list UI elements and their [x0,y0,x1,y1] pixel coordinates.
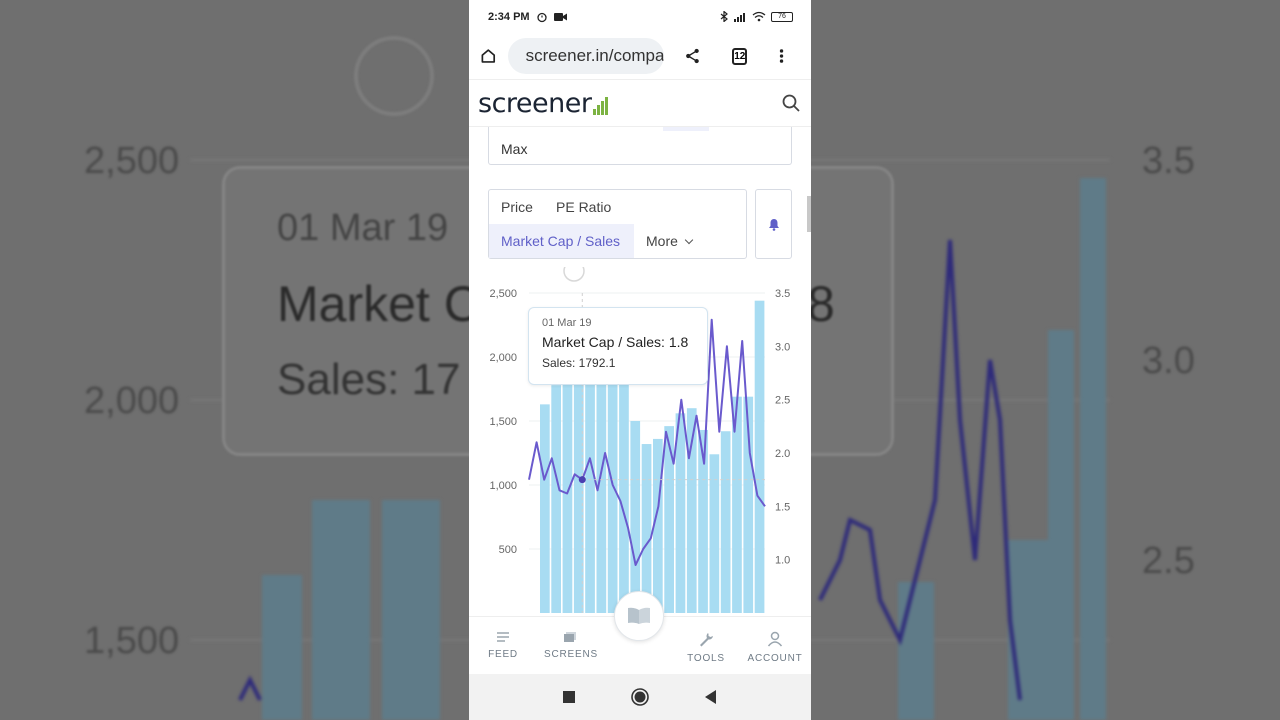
metric-price-button[interactable]: Price [489,190,545,224]
bg-left-tick: 1,500 [84,620,180,662]
bg-tooltip-date: 01 Mar 19 [277,207,449,249]
sales-bar [540,404,550,613]
highlighted-point [578,476,586,484]
chart-tooltip: 01 Mar 19 Market Cap / Sales: 1.8 Sales:… [528,307,708,385]
y-right-tick-label: 3.0 [775,341,790,353]
search-icon[interactable] [781,93,801,113]
bg-right-tick: 3.0 [1142,340,1195,382]
sales-bar [630,421,641,613]
recents-icon[interactable] [563,691,575,703]
tooltip-sales: Sales: 1792.1 [542,356,616,370]
y-right-tick-label: 1.0 [775,555,790,567]
tab-switcher-button[interactable]: 12 [732,47,748,65]
more-vert-icon[interactable] [779,47,784,65]
signal-icon [734,12,745,22]
alarm-icon [536,12,547,22]
open-book-icon [628,607,650,624]
nav-screens[interactable]: SCREENS [544,631,598,660]
phone-screen: 2:34 PM 76 screener.in/company 12 screen… [469,0,811,720]
screener-logo[interactable]: screener [478,87,609,119]
scrollbar-thumb[interactable] [807,196,811,232]
sales-bar [664,426,674,613]
site-header: screener [469,79,811,127]
more-metrics-dropdown[interactable]: More [634,224,704,258]
account-icon [767,631,783,647]
y-left-tick-label: 1,000 [489,480,517,492]
bg-right-tick: 2.5 [1142,540,1195,582]
more-label: More [646,233,678,249]
period-value: Max [501,141,528,157]
url-text: screener.in/company [525,46,664,65]
home-icon[interactable] [479,45,498,67]
sales-bar [607,380,618,613]
sales-bar [619,382,629,613]
nav-feed-label: FEED [488,649,518,660]
sales-bar [585,382,595,613]
bg-tooltip-sales: Sales: 17 [277,355,461,404]
sales-bar [562,383,573,613]
home-circle-icon[interactable] [631,688,649,706]
nav-account-label: ACCOUNT [747,653,803,664]
video-record-icon [553,12,567,21]
back-icon[interactable] [705,690,717,704]
status-bar: 2:34 PM 76 [469,0,811,33]
sales-bar [641,444,652,613]
screens-icon [564,632,576,642]
nav-tools-label: TOOLS [687,653,725,664]
bg-right-tick: 3.5 [1142,140,1195,182]
system-navigation-bar [469,674,811,720]
y-left-tick-label: 2,000 [489,352,517,364]
logo-text: screener [478,87,592,119]
browser-toolbar: screener.in/company 12 [469,33,811,79]
bg-left-tick: 2,500 [84,140,180,182]
y-left-tick-label: 500 [499,544,517,556]
y-right-tick-label: 3.5 [775,288,790,300]
wifi-icon [752,11,766,22]
metric-market-cap-sales-button[interactable]: Market Cap / Sales [489,224,634,258]
sales-bar [709,454,720,613]
feed-icon [497,632,509,642]
bluetooth-icon [720,11,728,22]
y-right-tick-label: 1.5 [775,501,790,513]
url-bar[interactable]: screener.in/company [507,38,664,74]
y-left-tick-label: 1,500 [489,416,517,428]
metric-pe-ratio-button[interactable]: PE Ratio [544,190,623,224]
sales-bar [596,378,607,613]
metric-toggle-group: Price PE Ratio Market Cap / Sales More [488,189,747,259]
nav-feed[interactable]: FEED [487,631,519,660]
status-time: 2:34 PM [488,10,530,23]
loading-ring [563,260,585,282]
period-chip [663,127,709,131]
y-left-tick-label: 2,500 [489,288,517,300]
sales-bar [754,300,765,613]
wrench-icon [700,633,713,647]
book-button[interactable] [614,591,664,641]
sales-bar [720,431,731,613]
y-right-tick-label: 2.0 [775,448,790,460]
tooltip-metric: Market Cap / Sales: 1.8 [542,334,689,350]
bottom-navigation: FEED SCREENS TOOLS ACCOUNT [469,591,811,674]
battery-icon: 76 [771,11,793,22]
page-content: Max Price PE Ratio Market Cap / Sales Mo… [469,127,811,614]
bg-left-tick: 2,000 [84,380,180,422]
chevron-down-icon [684,235,694,245]
sales-bar [551,385,561,613]
nav-screens-label: SCREENS [544,649,598,660]
tooltip-date: 01 Mar 19 [542,317,592,329]
nav-account[interactable]: ACCOUNT [747,631,803,664]
bg-tooltip-metric: Market C [277,276,480,332]
y-right-tick-label: 2.5 [775,395,790,407]
nav-tools[interactable]: TOOLS [686,631,726,664]
share-icon[interactable] [684,46,701,66]
period-select[interactable]: Max [488,127,792,165]
alert-button[interactable] [755,189,792,259]
logo-bars-icon [593,96,609,115]
bg-tooltip-metric-tail: 8 [807,276,835,332]
bell-icon [768,218,779,231]
